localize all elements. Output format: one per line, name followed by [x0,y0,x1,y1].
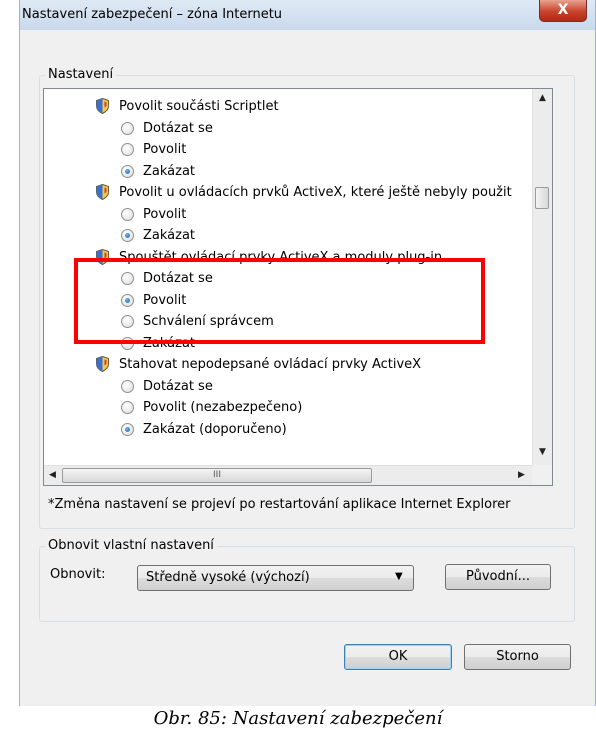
title-bar: Nastavení zabezpečení – zóna Internetu X [20,0,595,30]
settings-option[interactable]: Dotázat se [121,118,213,139]
settings-option[interactable]: Dotázat se [121,376,213,397]
scroll-up-icon[interactable]: ▲ [539,93,546,103]
window-title: Nastavení zabezpečení – zóna Internetu [22,7,283,22]
settings-option[interactable]: Povolit [121,204,186,225]
radio-unchecked[interactable] [121,143,134,156]
category-label: Povolit součásti Scriptlet [119,99,279,114]
radio-unchecked[interactable] [121,207,134,221]
horizontal-scroll-thumb[interactable]: III [62,468,372,483]
settings-option[interactable]: Povolit (nezabezpečeno) [121,397,302,418]
reset-level-value: Středně vysoké (výchozí) [146,570,310,585]
option-label: Povolit (nezabezpečeno) [143,400,303,415]
highlight-annotation [74,258,485,344]
scroll-right-icon[interactable]: ▶ [518,470,525,480]
chevron-down-icon: ▼ [395,571,403,582]
vertical-scrollbar[interactable]: ▲ ▼ [532,89,552,465]
cancel-button[interactable]: Storno [464,644,571,670]
radio-checked[interactable] [121,229,134,242]
option-label: Povolit [143,206,187,222]
reset-button[interactable]: Původní... [445,564,551,590]
vertical-scroll-thumb[interactable] [535,187,549,209]
settings-category: Povolit součásti Scriptlet [96,96,279,117]
close-button[interactable]: X [539,0,587,22]
category-label: Stahovat nepodepsané ovládací prvky Acti… [119,357,422,372]
option-label: Zakázat [143,163,196,179]
settings-group-label: Nastavení [45,67,117,82]
settings-option[interactable]: Zakázat (doporučeno) [121,419,287,440]
settings-category: Stahovat nepodepsané ovládací prvky Acti… [96,354,421,375]
reset-level-dropdown[interactable]: Středně vysoké (výchozí) ▼ [137,565,414,591]
restart-note: *Změna nastavení se projeví po restartov… [48,497,511,512]
option-label: Zakázat (doporučeno) [143,421,287,437]
settings-option[interactable]: Povolit [121,139,186,160]
reset-label: Obnovit: [50,567,106,582]
radio-checked[interactable] [121,164,134,178]
settings-category: Povolit u ovládacích prvků ActiveX, kter… [96,182,512,203]
radio-unchecked[interactable] [121,401,134,414]
reset-group-label: Obnovit vlastní nastavení [45,538,217,553]
option-label: Povolit [143,142,187,157]
scroll-left-icon[interactable]: ◀ [49,470,56,480]
settings-option[interactable]: Zakázat [121,225,195,246]
radio-unchecked[interactable] [121,121,134,135]
radio-checked[interactable] [121,422,134,436]
option-label: Zakázat [143,228,196,243]
settings-option[interactable]: Zakázat [121,161,195,182]
option-label: Dotázat se [143,120,213,136]
shield-icon [96,355,109,373]
scrollbar-corner [532,465,552,485]
radio-unchecked[interactable] [121,379,134,393]
shield-icon [96,97,109,115]
figure-caption: Obr. 85: Nastavení zabezpečení [153,708,443,729]
horizontal-scrollbar[interactable]: ◀ III ▶ [44,465,532,485]
shield-icon [96,183,109,201]
option-label: Dotázat se [143,378,213,394]
category-label: Povolit u ovládacích prvků ActiveX, kter… [119,185,512,200]
ok-button[interactable]: OK [344,644,452,670]
scroll-down-icon[interactable]: ▼ [539,447,546,457]
